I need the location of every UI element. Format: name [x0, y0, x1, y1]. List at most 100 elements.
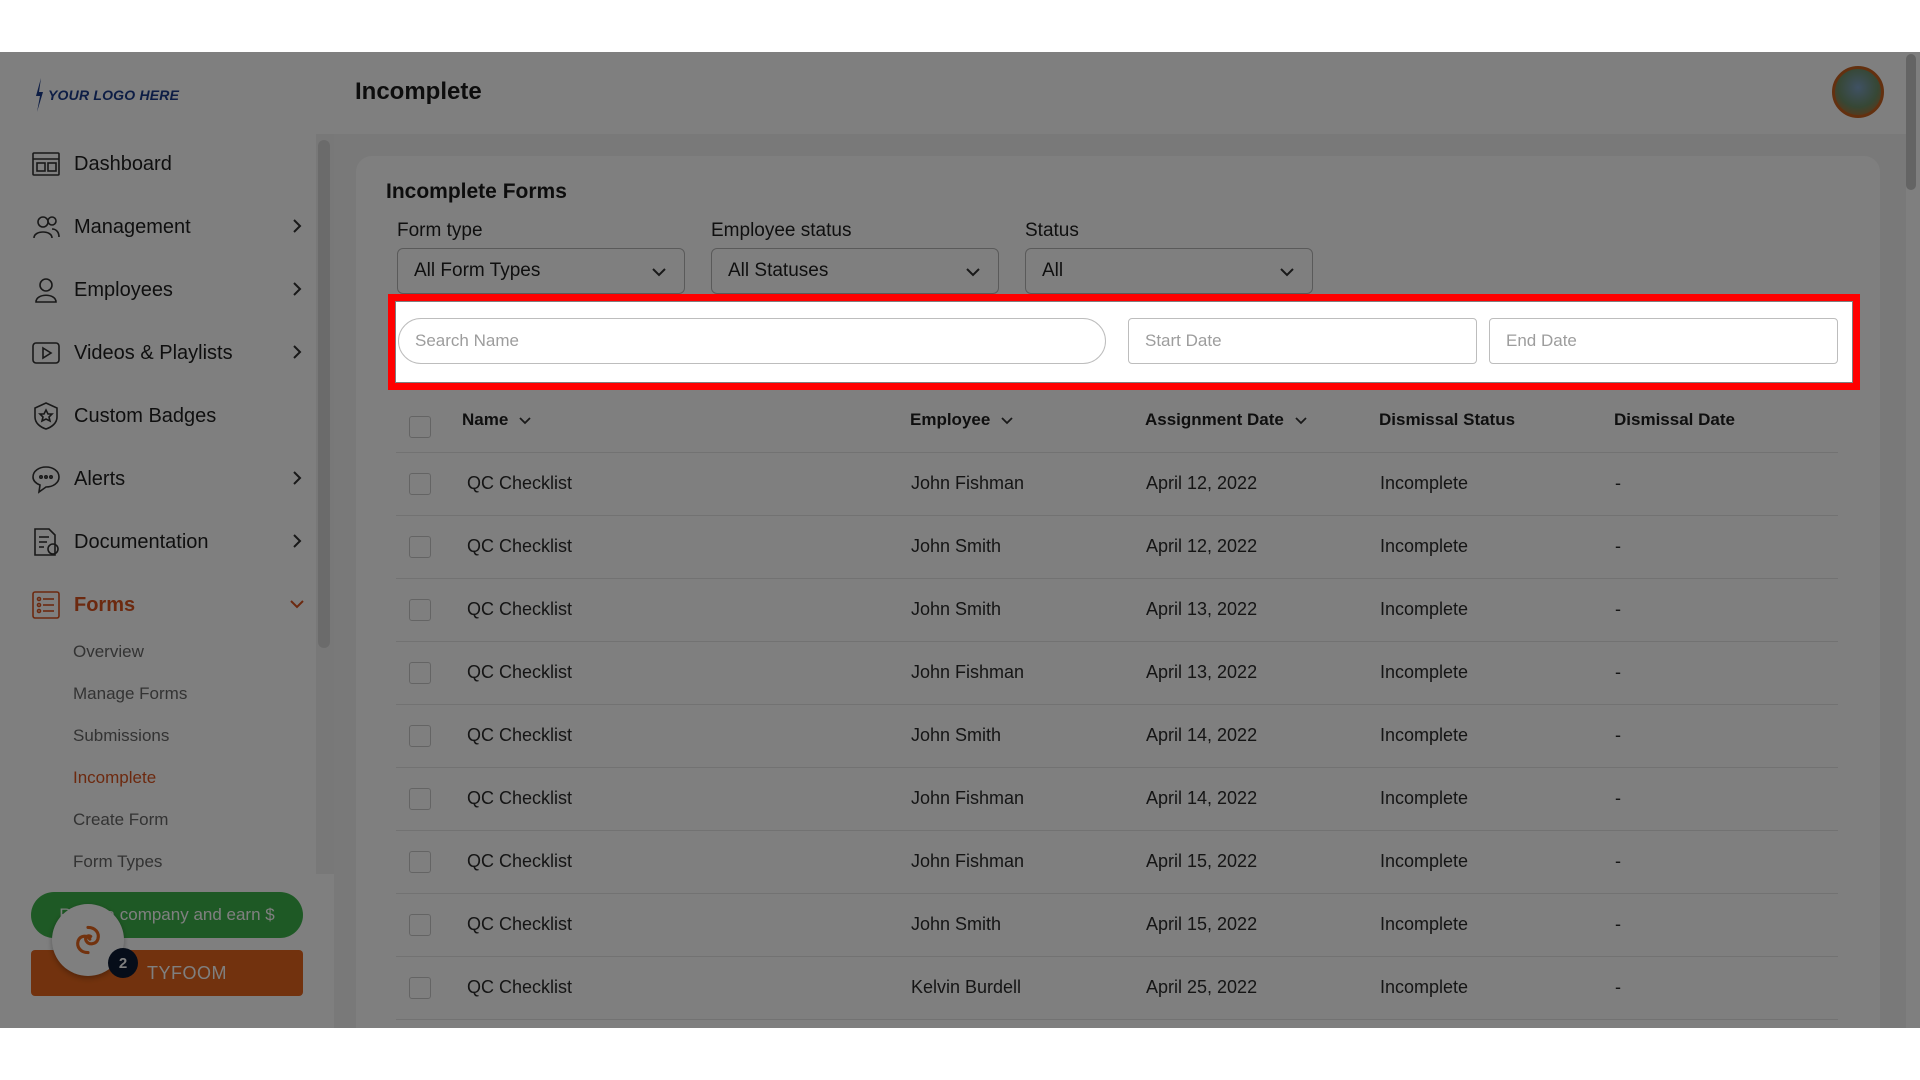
- sidebar-item-label: Custom Badges: [74, 404, 217, 427]
- sidebar-item-dashboard[interactable]: Dashboard: [30, 142, 312, 186]
- swirl-logo-icon: [76, 925, 100, 955]
- sidebar-item-management[interactable]: Management: [30, 205, 312, 249]
- cell-dismissal-date: -: [1615, 977, 1621, 997]
- cell-assignment-date: April 25, 2022: [1146, 977, 1258, 997]
- badge-icon: [30, 400, 62, 432]
- row-checkbox[interactable]: [409, 473, 431, 495]
- chevron-down-icon: [290, 600, 304, 609]
- cell-assignment-date: April 12, 2022: [1146, 473, 1258, 493]
- chevron-down-icon: [1280, 268, 1294, 277]
- sidebar-scrollbar[interactable]: [318, 140, 330, 648]
- cell-name: QC Checklist: [467, 788, 573, 808]
- avatar[interactable]: [1832, 66, 1884, 118]
- logo-mark-icon: [36, 78, 43, 112]
- sidebar-item-label: Forms: [74, 593, 136, 616]
- forms-icon: [30, 589, 62, 621]
- sidebar-subitem-overview[interactable]: Overview: [73, 642, 144, 662]
- cell-dismissal-date: -: [1615, 851, 1621, 871]
- chevron-right-icon: [293, 471, 302, 485]
- form-type-label: Form type: [397, 220, 483, 241]
- page-scrollbar[interactable]: [1906, 54, 1916, 190]
- cell-employee: John Fishman: [911, 851, 1025, 871]
- status-label: Status: [1025, 220, 1079, 241]
- chevron-right-icon: [293, 219, 302, 233]
- cell-employee: John Smith: [911, 536, 1002, 556]
- chevron-right-icon: [293, 282, 302, 296]
- row-divider: [396, 452, 1838, 453]
- cell-assignment-date: April 13, 2022: [1146, 662, 1258, 682]
- cell-assignment-date: April 15, 2022: [1146, 914, 1258, 934]
- cell-dismissal-date: -: [1615, 788, 1621, 808]
- cell-assignment-date: April 13, 2022: [1146, 599, 1258, 619]
- row-divider: [396, 704, 1838, 705]
- column-header-dismissal-status: Dismissal Status: [1379, 410, 1515, 430]
- sidebar-item-custom-badges[interactable]: Custom Badges: [30, 394, 312, 438]
- sidebar-item-employees[interactable]: Employees: [30, 268, 312, 312]
- sidebar-item-documentation[interactable]: Documentation: [30, 520, 312, 564]
- end-date-input[interactable]: [1489, 318, 1838, 364]
- form-type-value: All Form Types: [414, 260, 541, 281]
- cell-name: QC Checklist: [467, 851, 573, 871]
- sidebar-subitem-manage-forms[interactable]: Manage Forms: [73, 684, 187, 704]
- form-type-select[interactable]: All Form Types: [397, 248, 685, 294]
- row-divider: [396, 515, 1838, 516]
- cell-name: QC Checklist: [467, 662, 573, 682]
- cell-employee: John Smith: [911, 599, 1002, 619]
- sidebar-item-forms[interactable]: Forms: [30, 583, 312, 627]
- sort-chevron-icon: [519, 417, 531, 425]
- cell-employee: Kelvin Burdell: [911, 977, 1022, 997]
- employee-status-select[interactable]: All Statuses: [711, 248, 999, 294]
- cell-employee: John Smith: [911, 725, 1002, 745]
- column-header-dismissal-date: Dismissal Date: [1614, 410, 1735, 430]
- sidebar-item-label: Employees: [74, 278, 173, 301]
- row-checkbox[interactable]: [409, 851, 431, 873]
- employee-status-value: All Statuses: [728, 260, 829, 281]
- cell-name: QC Checklist: [467, 599, 573, 619]
- row-checkbox[interactable]: [409, 977, 431, 999]
- logo[interactable]: YOUR LOGO HERE: [34, 78, 179, 112]
- cell-employee: John Smith: [911, 914, 1002, 934]
- column-header-employee[interactable]: Employee: [910, 410, 1014, 430]
- sidebar-subitem-form-types[interactable]: Form Types: [73, 852, 162, 872]
- row-divider: [396, 830, 1838, 831]
- row-checkbox[interactable]: [409, 914, 431, 936]
- sidebar-subitem-submissions[interactable]: Submissions: [73, 726, 169, 746]
- sidebar-item-videos[interactable]: Videos & Playlists: [30, 331, 312, 375]
- sidebar: YOUR LOGO HERE Dashboard Management Empl…: [0, 52, 334, 1028]
- column-header-label: Assignment Date: [1145, 410, 1284, 429]
- cell-employee: John Fishman: [911, 788, 1025, 808]
- status-select[interactable]: All: [1025, 248, 1313, 294]
- cell-assignment-date: April 12, 2022: [1146, 536, 1258, 556]
- sidebar-item-alerts[interactable]: Alerts: [30, 457, 312, 501]
- status-value: All: [1042, 260, 1064, 281]
- employees-icon: [30, 274, 62, 306]
- column-header-assignment-date[interactable]: Assignment Date: [1145, 410, 1308, 430]
- sort-chevron-icon: [1001, 417, 1013, 425]
- cell-employee: John Fishman: [911, 662, 1025, 682]
- chevron-down-icon: [966, 268, 980, 277]
- row-checkbox[interactable]: [409, 662, 431, 684]
- sidebar-subitem-incomplete[interactable]: Incomplete: [73, 768, 156, 788]
- chevron-right-icon: [293, 534, 302, 548]
- sort-chevron-icon: [1295, 417, 1307, 425]
- row-checkbox[interactable]: [409, 536, 431, 558]
- row-checkbox[interactable]: [409, 788, 431, 810]
- cell-assignment-date: April 15, 2022: [1146, 851, 1258, 871]
- cell-name: QC Checklist: [467, 536, 573, 556]
- cell-dismissal-status: Incomplete: [1380, 725, 1469, 745]
- select-all-checkbox[interactable]: [409, 416, 431, 438]
- row-checkbox[interactable]: [409, 599, 431, 621]
- cell-assignment-date: April 14, 2022: [1146, 788, 1258, 808]
- column-header-name[interactable]: Name: [462, 410, 532, 430]
- cell-dismissal-status: Incomplete: [1380, 851, 1469, 871]
- sidebar-subitem-create-form[interactable]: Create Form: [73, 810, 168, 830]
- start-date-input[interactable]: [1128, 318, 1477, 364]
- row-checkbox[interactable]: [409, 725, 431, 747]
- search-name-input[interactable]: [398, 318, 1106, 364]
- cell-dismissal-date: -: [1615, 662, 1621, 682]
- column-header-label: Employee: [910, 410, 991, 429]
- cell-dismissal-status: Incomplete: [1380, 662, 1469, 682]
- row-divider: [396, 893, 1838, 894]
- cell-assignment-date: April 14, 2022: [1146, 725, 1258, 745]
- notification-badge: 2: [108, 948, 138, 978]
